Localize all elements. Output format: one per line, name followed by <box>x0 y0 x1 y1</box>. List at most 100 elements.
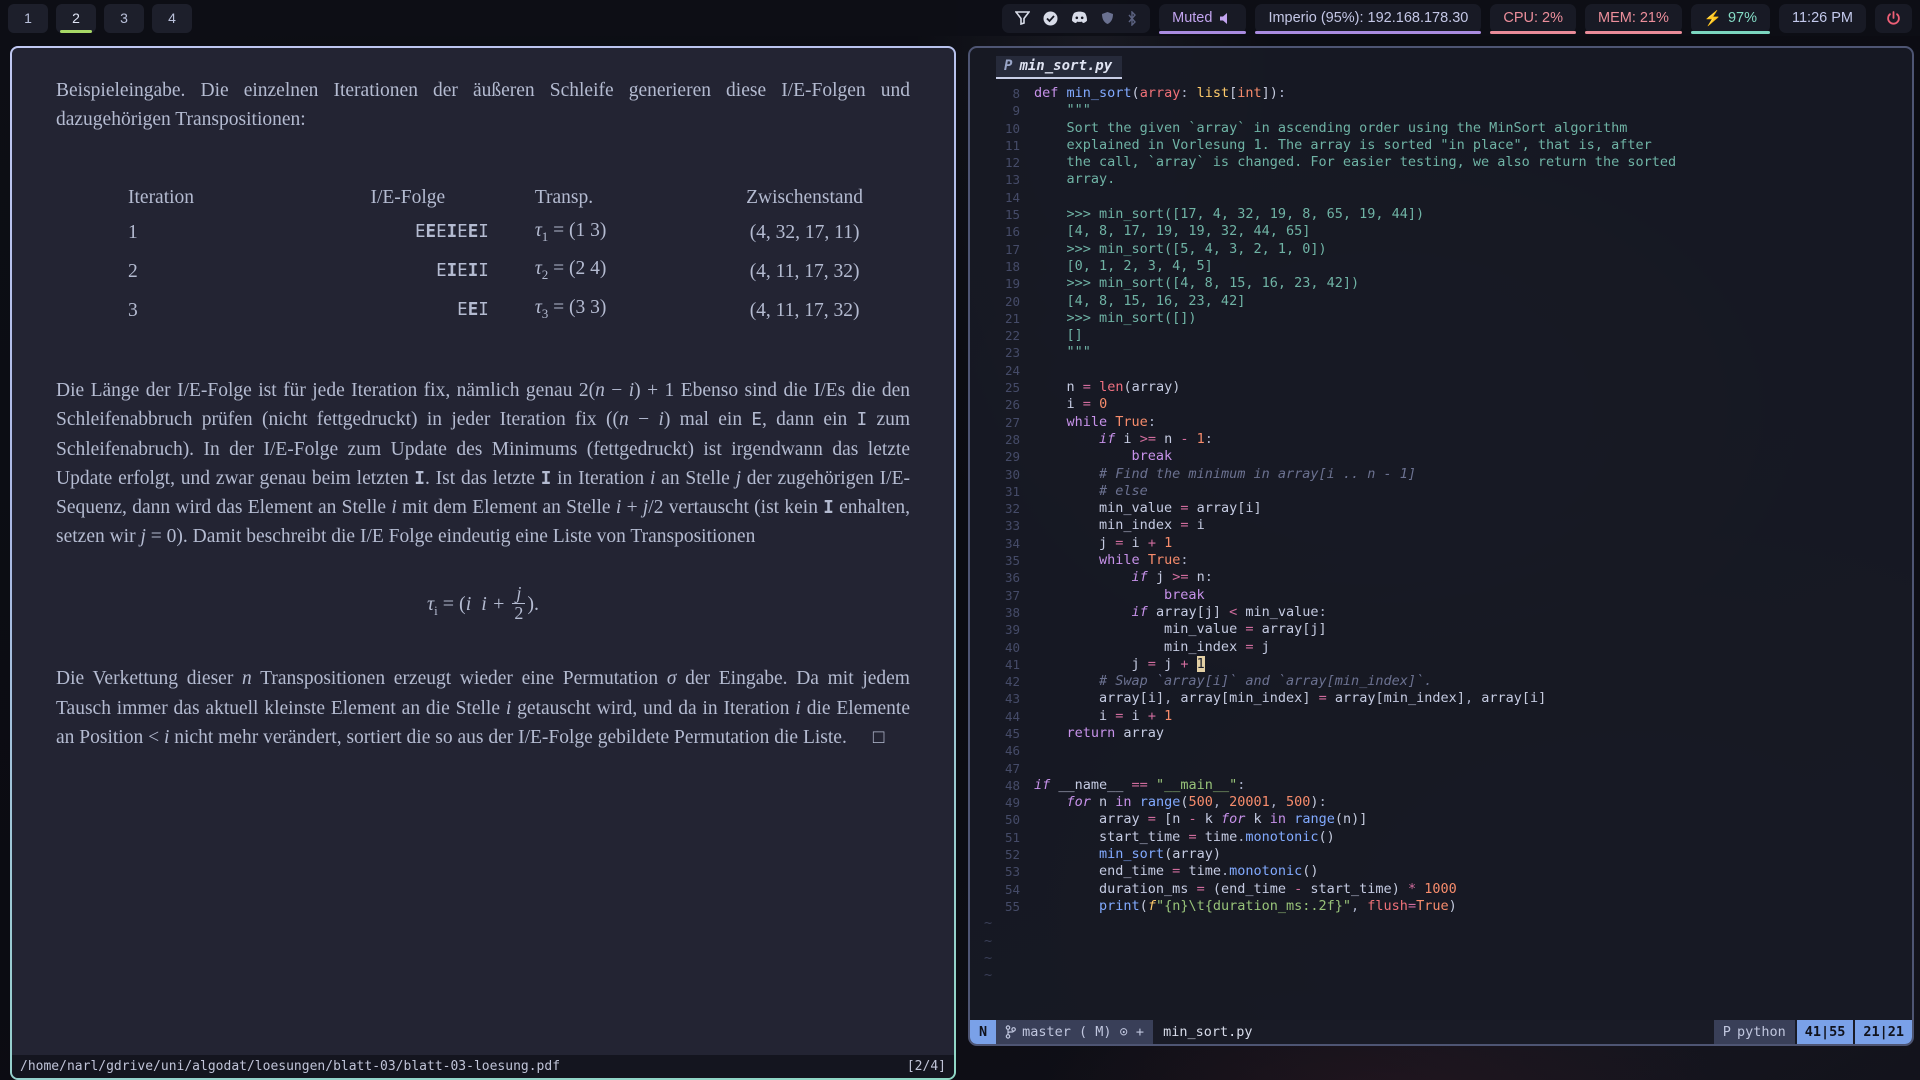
col-header-folge: I/E-Folge <box>327 181 489 214</box>
workspace-button-4[interactable]: 4 <box>152 4 192 33</box>
volume-module[interactable]: Muted <box>1159 4 1246 33</box>
pdf-file-path: /home/narl/gdrive/uni/algodat/loesungen/… <box>20 1059 560 1074</box>
code-line-22: 22 [] <box>984 327 1912 344</box>
system-tray <box>1002 4 1150 33</box>
code-line-47: 47 <box>984 760 1912 777</box>
speaker-muted-icon <box>1219 12 1233 25</box>
code-line-17: 17 >>> min_sort([5, 4, 3, 2, 1, 0]) <box>984 241 1912 258</box>
code-line-48: 48if __name__ == "__main__": <box>984 777 1912 794</box>
code-line-32: 32 min_value = array[i] <box>984 500 1912 517</box>
filter-icon[interactable] <box>1015 11 1030 25</box>
code-line-54: 54 duration_ms = (end_time - start_time)… <box>984 881 1912 898</box>
code-line-34: 34 j = i + 1 <box>984 535 1912 552</box>
cursor-block: 1 <box>1197 656 1205 672</box>
power-button[interactable] <box>1875 4 1912 33</box>
code-line-39: 39 min_value = array[j] <box>984 621 1912 638</box>
col-header-transp: Transp. <box>489 181 699 214</box>
transposition-formula: τi = (i i + j2). <box>56 586 910 625</box>
shield-icon[interactable] <box>1101 11 1114 25</box>
code-line-33: 33 min_index = i <box>984 517 1912 534</box>
statusline-filename: min_sort.py <box>1163 1024 1252 1040</box>
battery-label: 97% <box>1728 10 1757 26</box>
code-line-51: 51 start_time = time.monotonic() <box>984 829 1912 846</box>
code-line-43: 43 array[i], array[min_index] = array[mi… <box>984 690 1912 707</box>
code-line-26: 26 i = 0 <box>984 396 1912 413</box>
volume-label: Muted <box>1172 10 1212 26</box>
code-line-52: 52 min_sort(array) <box>984 846 1912 863</box>
memory-module[interactable]: MEM: 21% <box>1585 4 1682 33</box>
power-icon <box>1886 11 1901 26</box>
code-line-46: 46 <box>984 742 1912 759</box>
table-row: 3EEIτ3 = (3 3)(4, 11, 17, 32) <box>128 291 910 330</box>
code-line-18: 18 [0, 1, 2, 3, 4, 5] <box>984 258 1912 275</box>
battery-bolt-icon: ⚡ <box>1704 10 1722 27</box>
editor-buffer[interactable]: Pmin_sort.py 8def min_sort(array: list[i… <box>970 48 1912 1020</box>
workspace-button-3[interactable]: 3 <box>104 4 144 33</box>
code-line-28: 28 if i >= n - 1: <box>984 431 1912 448</box>
code-line-49: 49 for n in range(500, 20001, 500): <box>984 794 1912 811</box>
git-branch-icon <box>1005 1025 1016 1039</box>
code-line-44: 44 i = i + 1 <box>984 708 1912 725</box>
code-line-11: 11 explained in Vorlesung 1. The array i… <box>984 137 1912 154</box>
verified-check-icon[interactable] <box>1043 11 1058 26</box>
clock-module: 11:26 PM <box>1779 4 1866 33</box>
code-line-14: 14 <box>984 189 1912 206</box>
code-line-53: 53 end_time = time.monotonic() <box>984 863 1912 880</box>
code-line-35: 35 while True: <box>984 552 1912 569</box>
language-label: python <box>1737 1024 1786 1040</box>
code-line-9: 9 """ <box>984 102 1912 119</box>
battery-module[interactable]: ⚡ 97% <box>1691 4 1770 33</box>
python-file-icon: P <box>1004 58 1012 74</box>
cursor-col-indicator: 21|21 <box>1855 1020 1912 1044</box>
language-segment: P python <box>1714 1020 1795 1044</box>
workspaces: 1234 <box>8 4 192 33</box>
iteration-table: Iteration I/E-Folge Transp. Zwischenstan… <box>128 181 910 331</box>
code-line-27: 27 while True: <box>984 414 1912 431</box>
git-segment: master ( M) ⊙ + <box>996 1020 1153 1044</box>
network-module[interactable]: Imperio (95%): 192.168.178.30 <box>1255 4 1481 33</box>
code-line-38: 38 if array[j] < min_value: <box>984 604 1912 621</box>
workspace-button-1[interactable]: 1 <box>8 4 48 33</box>
code-line-40: 40 min_index = j <box>984 639 1912 656</box>
pdf-viewer-window: Beispieleingabe. Die einzelnen Iteration… <box>10 46 956 1080</box>
table-row: 1EEEIEEIτ1 = (1 3)(4, 32, 17, 11) <box>128 214 910 253</box>
empty-line-tilde: ~ <box>984 915 1912 932</box>
code-line-41: 41 j = j + 1 <box>984 656 1912 673</box>
col-header-iteration: Iteration <box>128 181 327 214</box>
code-line-37: 37 break <box>984 587 1912 604</box>
editor-statusline: N master ( M) ⊙ + min_sort.py P python 4… <box>970 1020 1912 1044</box>
bar-right-modules: Muted Imperio (95%): 192.168.178.30 CPU:… <box>1002 4 1912 33</box>
cpu-label: CPU: 2% <box>1503 10 1563 26</box>
bluetooth-icon[interactable] <box>1127 11 1137 26</box>
code-line-21: 21 >>> min_sort([]) <box>984 310 1912 327</box>
desktop: 1234 Muted <box>0 0 1920 1080</box>
python-lang-icon: P <box>1723 1024 1731 1040</box>
code-line-25: 25 n = len(array) <box>984 379 1912 396</box>
cursor-line-indicator: 41|55 <box>1797 1020 1854 1044</box>
discord-icon[interactable] <box>1071 11 1088 25</box>
editor-tab[interactable]: Pmin_sort.py <box>996 56 1122 79</box>
memory-label: MEM: 21% <box>1598 10 1669 26</box>
code-area[interactable]: 8def min_sort(array: list[int]):9 """10 … <box>984 85 1912 984</box>
cpu-module[interactable]: CPU: 2% <box>1490 4 1576 33</box>
pdf-statusbar: /home/narl/gdrive/uni/algodat/loesungen/… <box>12 1055 954 1078</box>
network-label: Imperio (95%): 192.168.178.30 <box>1268 10 1468 26</box>
empty-line-tilde: ~ <box>984 933 1912 950</box>
clock-label: 11:26 PM <box>1792 10 1853 26</box>
code-line-23: 23 """ <box>984 344 1912 361</box>
pdf-paragraph-conclusion: Die Verkettung dieser n Transpositionen … <box>56 664 910 752</box>
workspace-button-2[interactable]: 2 <box>56 4 96 33</box>
pdf-page: Beispieleingabe. Die einzelnen Iteration… <box>12 48 954 1055</box>
code-line-55: 55 print(f"{n}\t{duration_ms:.2f}", flus… <box>984 898 1912 915</box>
code-line-20: 20 [4, 8, 15, 16, 23, 42] <box>984 293 1912 310</box>
vim-mode-indicator: N <box>970 1020 996 1044</box>
code-line-16: 16 [4, 8, 17, 19, 19, 32, 44, 65] <box>984 223 1912 240</box>
pdf-paragraph-intro: Beispieleingabe. Die einzelnen Iteration… <box>56 76 910 135</box>
editor-tab-filename: min_sort.py <box>1019 58 1112 74</box>
code-line-12: 12 the call, `array` is changed. For eas… <box>984 154 1912 171</box>
editor-window: Pmin_sort.py 8def min_sort(array: list[i… <box>968 46 1914 1046</box>
code-line-45: 45 return array <box>984 725 1912 742</box>
table-header-row: Iteration I/E-Folge Transp. Zwischenstan… <box>128 181 910 214</box>
code-line-13: 13 array. <box>984 171 1912 188</box>
col-header-zwischenstand: Zwischenstand <box>699 181 910 214</box>
